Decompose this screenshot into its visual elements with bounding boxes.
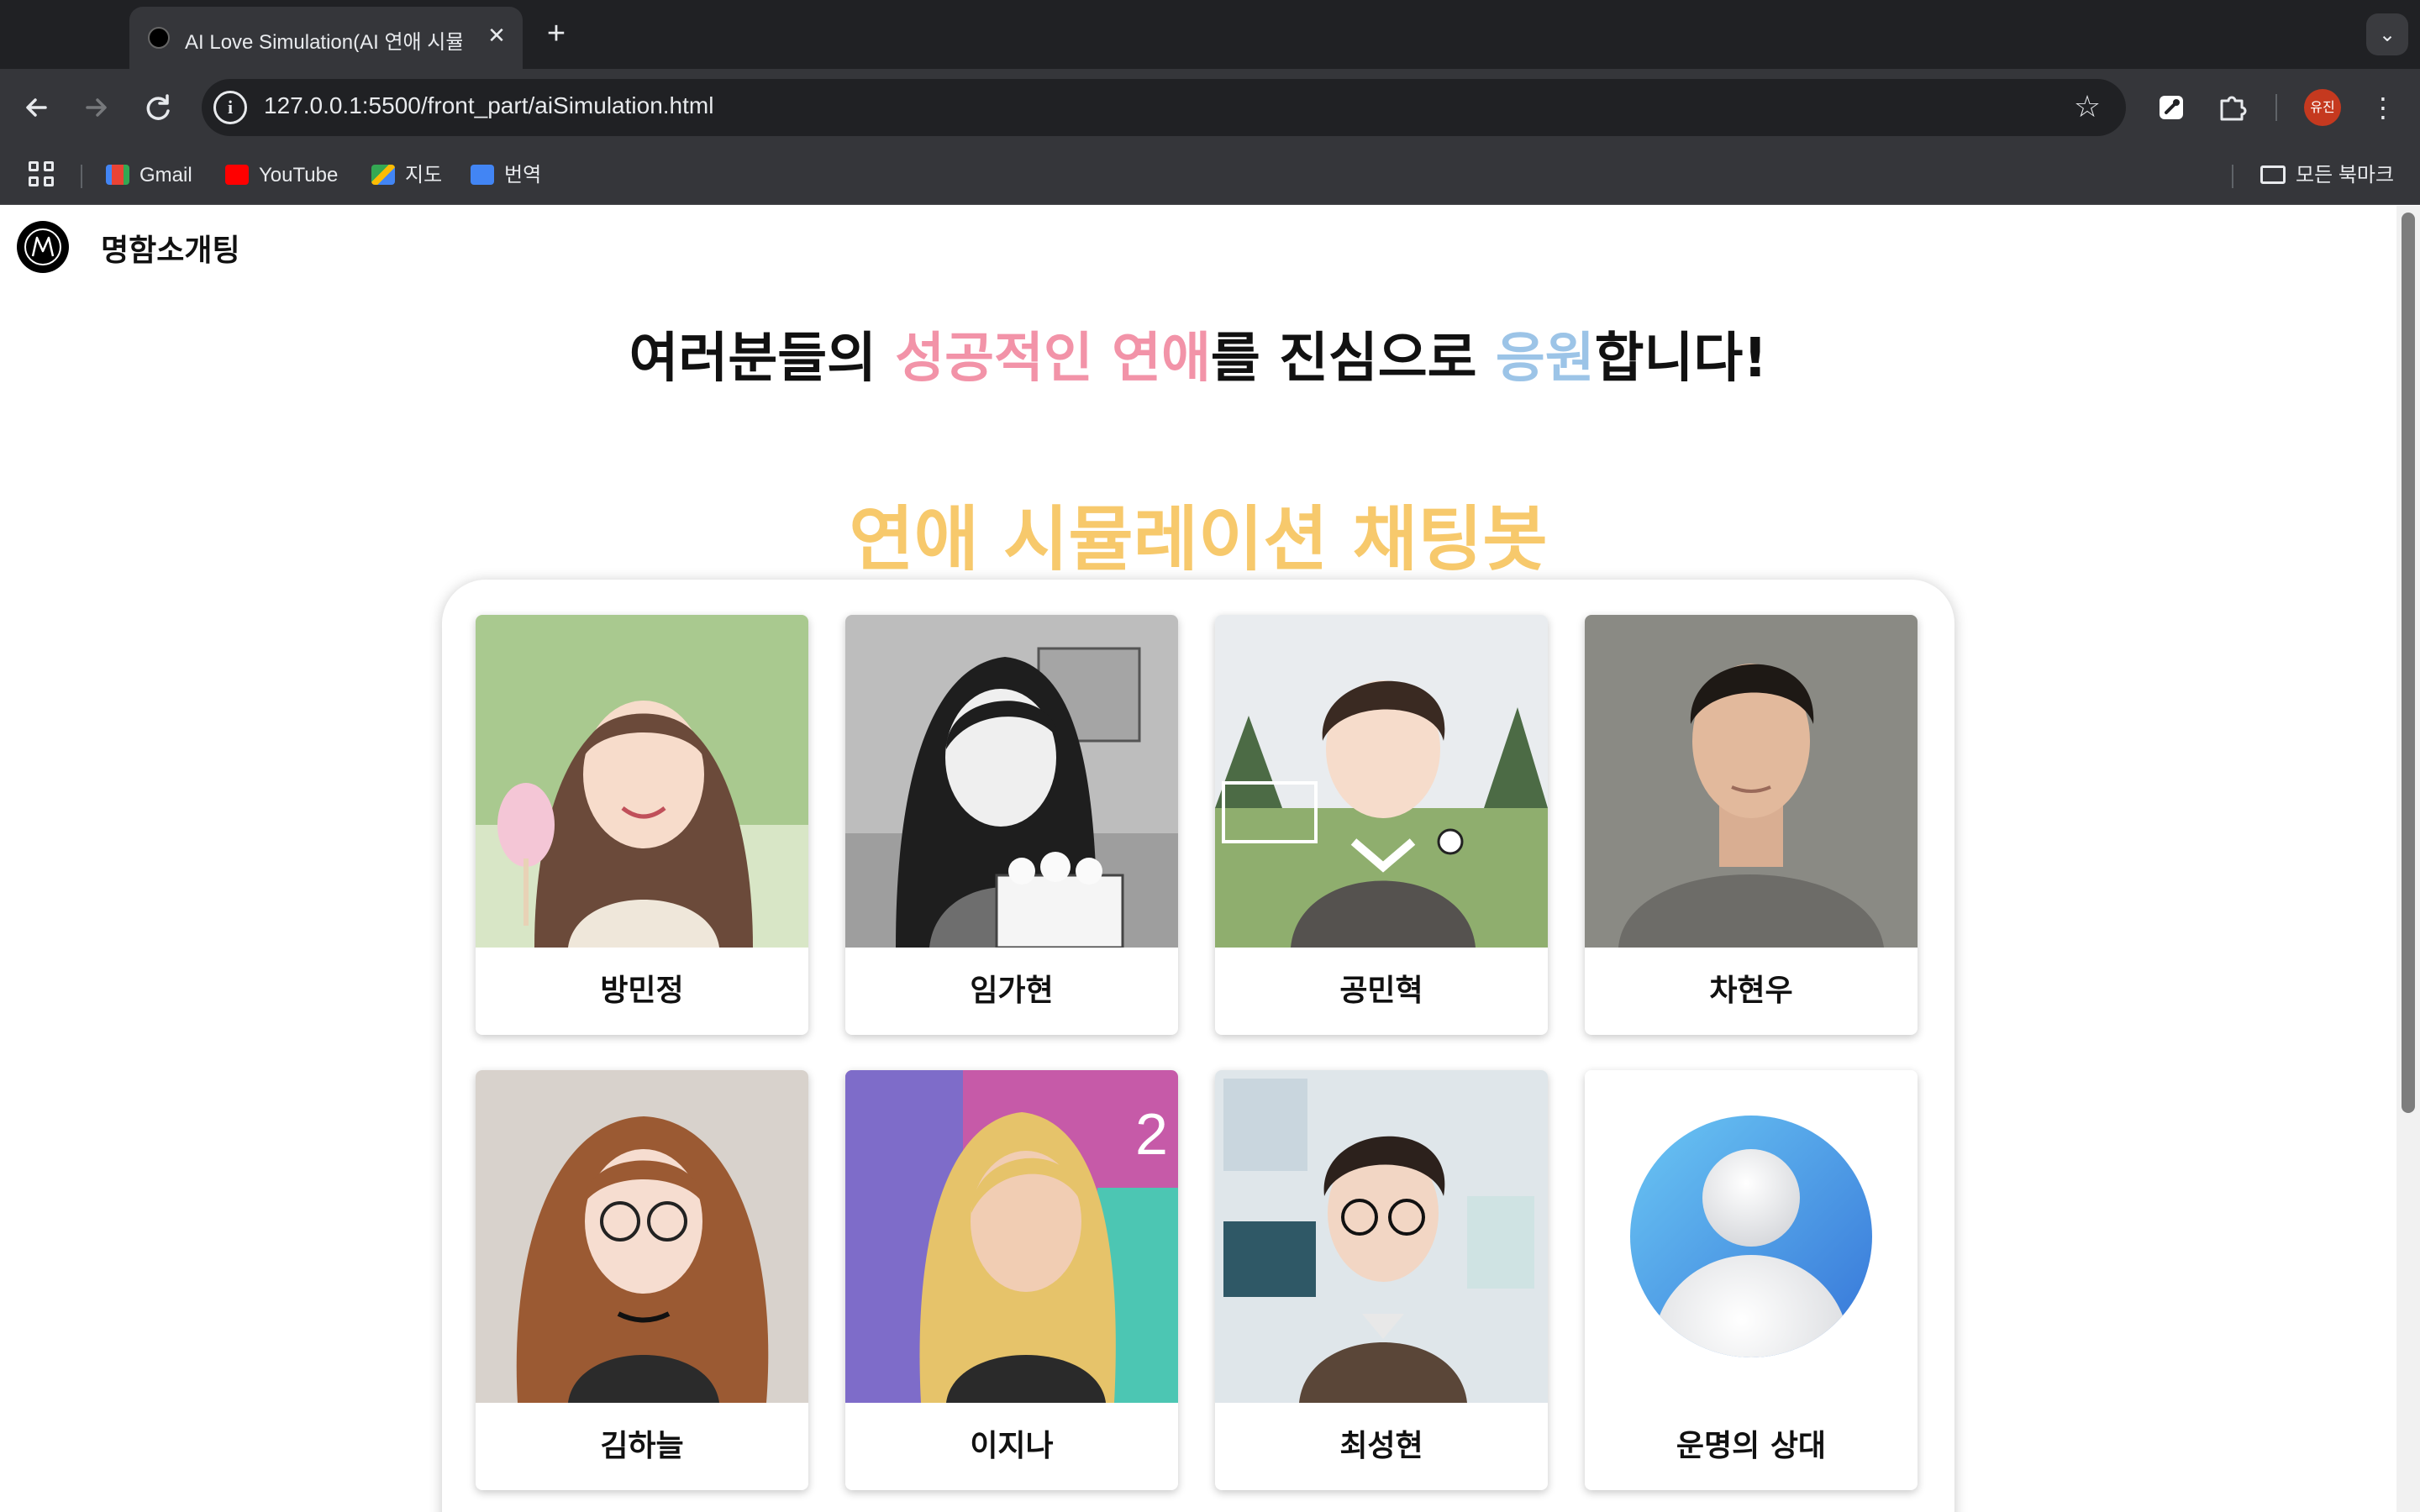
headline-text: 합니다!: [1594, 328, 1768, 390]
character-name: 공민혁: [1339, 974, 1423, 1008]
logo-m-icon: [24, 228, 61, 265]
profile-avatar[interactable]: 유진: [2304, 89, 2341, 126]
all-bookmarks-label: 모든 북마크: [2296, 164, 2395, 186]
arrow-right-icon: [86, 98, 107, 117]
character-card-bang-minjeong[interactable]: 방민정: [476, 615, 808, 1035]
site-favicon-icon: [148, 27, 170, 49]
character-portrait: [845, 615, 1178, 948]
character-name: 김하늘: [600, 1429, 684, 1463]
reload-button[interactable]: [138, 87, 178, 128]
bookmark-label: YouTube: [259, 164, 339, 186]
apps-grid-icon[interactable]: [29, 161, 57, 190]
site-info-icon[interactable]: i: [213, 91, 247, 124]
character-panel: 방민정 임가현 공민혁 차현우 김하늘 2 이지나 최성현 운명의 상대: [442, 580, 1954, 1512]
character-card-gong-minhyeok[interactable]: 공민혁: [1215, 615, 1548, 1035]
svg-text:2: 2: [1135, 1101, 1168, 1167]
bookmark-gmail[interactable]: Gmail: [106, 160, 192, 192]
headline-text: 여러분들의: [629, 328, 896, 390]
character-name: 차현우: [1709, 974, 1793, 1008]
bookmark-maps[interactable]: 지도: [371, 160, 442, 192]
bookmark-label: Gmail: [139, 164, 192, 186]
headline-highlight-blue: 응원: [1495, 328, 1595, 390]
character-portrait: [476, 1070, 808, 1403]
translate-icon: [471, 164, 494, 185]
page-scrollbar[interactable]: [2396, 206, 2420, 1512]
character-card-im-gahyeon[interactable]: 임가현: [845, 615, 1178, 1035]
gmail-icon: [106, 164, 129, 185]
headline-text: 를 진심으로: [1210, 328, 1496, 390]
tab-title: AI Love Simulation(AI 연애 시뮬: [185, 31, 462, 52]
character-card-cha-hyeonu[interactable]: 차현우: [1585, 615, 1918, 1035]
character-portrait: [1215, 615, 1548, 948]
close-tab-icon[interactable]: ✕: [482, 22, 511, 50]
character-card-kim-haneul[interactable]: 김하늘: [476, 1070, 808, 1490]
headline-highlight-pink: 성공적인 연애: [895, 328, 1211, 390]
extensions-puzzle-icon[interactable]: [2212, 87, 2252, 128]
bookmark-label: 번역: [504, 164, 542, 186]
folder-icon: [2260, 165, 2286, 184]
character-portrait: [1585, 615, 1918, 948]
character-name: 방민정: [600, 974, 684, 1008]
bookmark-label: 지도: [405, 164, 443, 186]
character-portrait: 2: [845, 1070, 1178, 1403]
character-name: 운명의 상대: [1676, 1429, 1827, 1463]
bookmark-star-icon[interactable]: ☆: [2067, 87, 2107, 128]
default-avatar-icon: [1585, 1070, 1918, 1403]
site-logo[interactable]: [17, 221, 69, 273]
maps-icon: [371, 164, 395, 185]
browser-tab[interactable]: AI Love Simulation(AI 연애 시뮬 ✕: [129, 7, 523, 69]
character-card-choi-seonghyeon[interactable]: 최성현: [1215, 1070, 1548, 1490]
toolbar-divider: [2275, 94, 2277, 121]
character-card-lee-jina[interactable]: 2 이지나: [845, 1070, 1178, 1490]
character-name: 이지나: [970, 1429, 1054, 1463]
browser-tab-strip: AI Love Simulation(AI 연애 시뮬 ✕ + ⌄: [0, 0, 2420, 69]
bookmark-translate[interactable]: 번역: [471, 160, 541, 192]
section-title: 연애 시뮬레이션 채팅봇: [849, 498, 1548, 580]
character-name: 최성현: [1339, 1429, 1423, 1463]
arrow-left-icon: [26, 98, 47, 117]
forward-button[interactable]: [76, 87, 116, 128]
youtube-icon: [225, 164, 249, 185]
bookmarks-divider: [81, 165, 82, 188]
site-brand-name[interactable]: 명함소개팅: [101, 226, 240, 270]
bookmarks-bar: Gmail YouTube 지도 번역 모든 북마크: [0, 146, 2420, 205]
bookmark-youtube[interactable]: YouTube: [225, 160, 338, 192]
address-bar[interactable]: i 127.0.0.1:5500/front_part/aiSimulation…: [202, 79, 2126, 136]
url-text[interactable]: 127.0.0.1:5500/front_part/aiSimulation.h…: [264, 92, 713, 119]
bookmarks-divider: [2232, 165, 2233, 188]
character-portrait: [476, 615, 808, 948]
eyedropper-icon[interactable]: [2151, 87, 2191, 128]
character-card-destined-partner[interactable]: 운명의 상대: [1585, 1070, 1918, 1490]
more-menu-icon[interactable]: ⋮: [2363, 87, 2403, 128]
scrollbar-thumb[interactable]: [2402, 213, 2415, 1113]
back-button[interactable]: [17, 87, 57, 128]
character-portrait: [1215, 1070, 1548, 1403]
page-content: 명함소개팅 여러분들의 성공적인 연애를 진심으로 응원합니다! 연애 시뮬레이…: [0, 206, 2396, 1512]
new-tab-button[interactable]: +: [539, 17, 573, 50]
browser-toolbar: i 127.0.0.1:5500/front_part/aiSimulation…: [0, 69, 2420, 146]
all-bookmarks-button[interactable]: 모든 북마크: [2260, 160, 2394, 192]
character-name: 임가현: [970, 974, 1054, 1008]
reload-icon: [146, 94, 170, 120]
tab-search-button[interactable]: ⌄: [2366, 13, 2408, 55]
page-headline: 여러분들의 성공적인 연애를 진심으로 응원합니다!: [0, 315, 2396, 392]
